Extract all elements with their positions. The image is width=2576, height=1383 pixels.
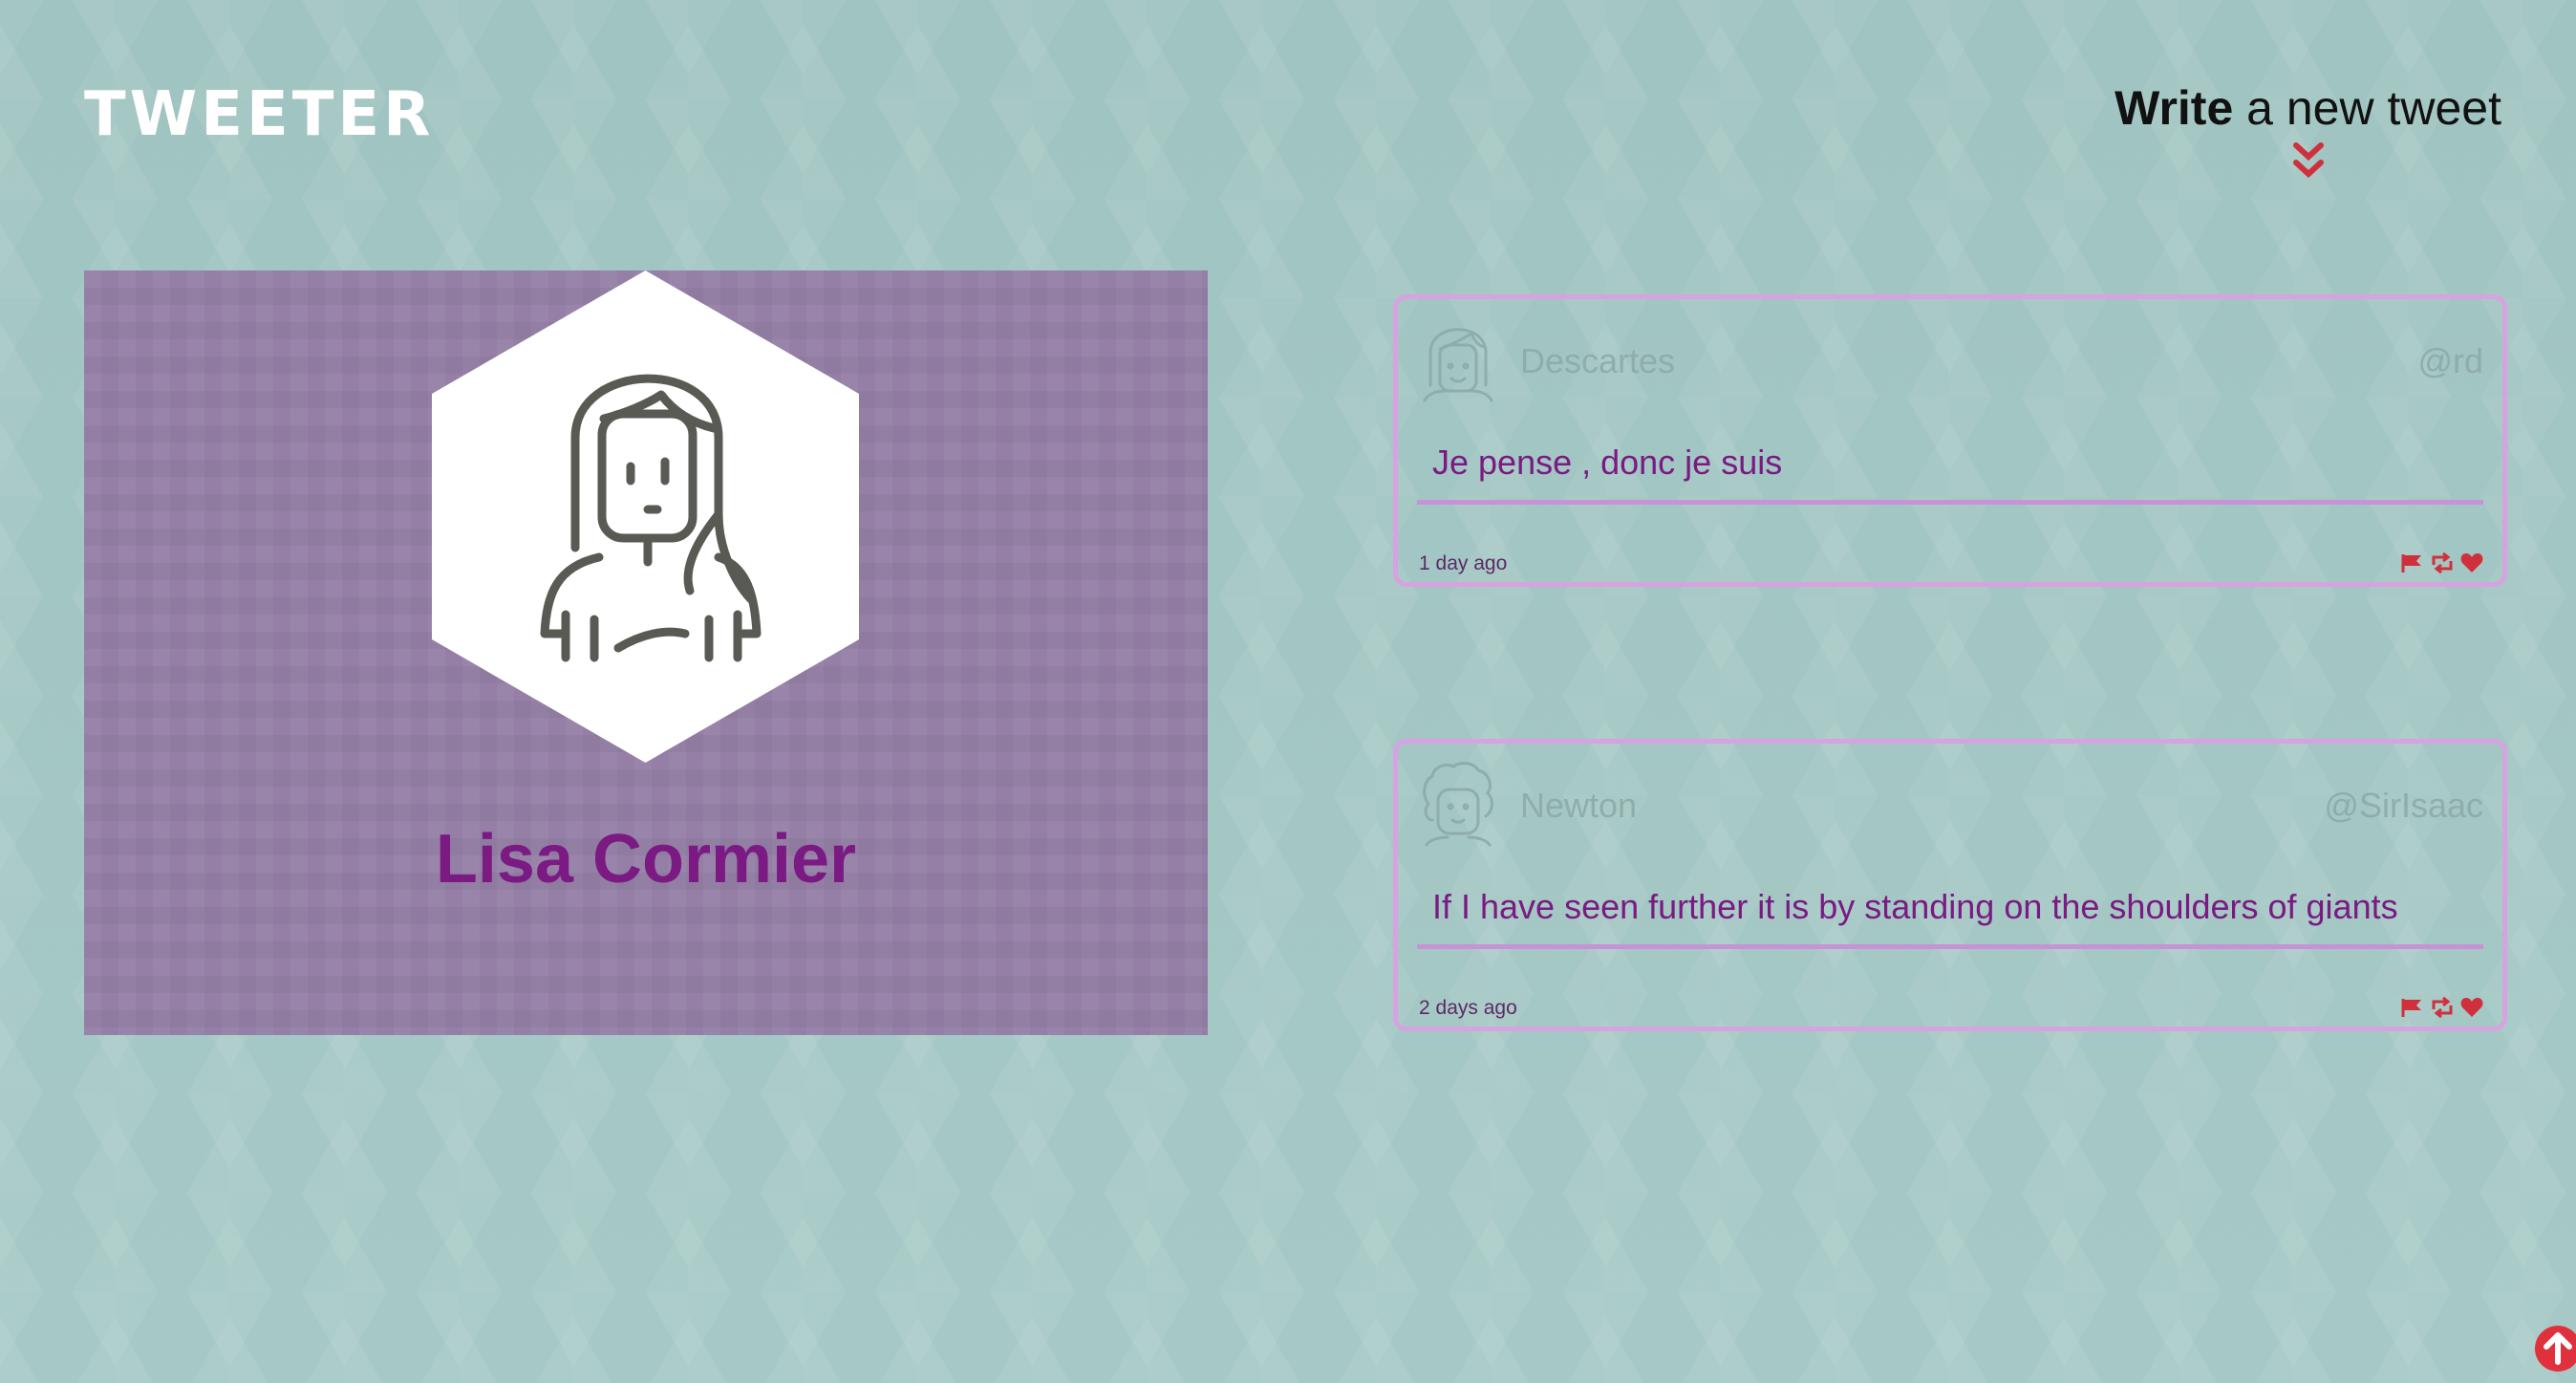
tweet-card: Descartes @rd Je pense , donc je suis 1 …	[1393, 294, 2507, 587]
tweet-handle: @SirIsaac	[2324, 786, 2483, 825]
tweet-actions	[2401, 551, 2483, 578]
arrow-up-circle-icon	[2544, 1332, 2572, 1365]
profile-avatar	[432, 270, 859, 763]
woman-avatar-icon	[1423, 328, 1493, 402]
compose-label-bold: Write	[2114, 81, 2234, 135]
heart-icon[interactable]	[2460, 552, 2483, 578]
tweet-author: Descartes	[1520, 341, 1676, 380]
retweet-icon[interactable]	[2430, 551, 2455, 578]
double-chevron-down-icon	[2292, 142, 2324, 179]
tweet-actions	[2401, 996, 2483, 1023]
profile-name: Lisa Cormier	[435, 821, 857, 897]
retweet-icon[interactable]	[2430, 996, 2455, 1023]
tweet-text: Je pense , donc je suis	[1417, 443, 2483, 505]
app-logo[interactable]: TWEETER	[84, 84, 434, 145]
curly-hair-man-avatar-icon	[1423, 762, 1493, 847]
tweet-card: Newton @SirIsaac If I have seen further …	[1393, 739, 2507, 1031]
flag-icon[interactable]	[2401, 997, 2424, 1023]
tweet-timestamp: 2 days ago	[1419, 997, 1517, 1019]
compose-label-rest: a new tweet	[2233, 81, 2501, 135]
flag-icon[interactable]	[2401, 552, 2424, 578]
tweet-handle: @rd	[2417, 341, 2483, 380]
write-new-tweet-button[interactable]: Write a new tweet	[2114, 84, 2501, 180]
scroll-to-top-button[interactable]	[2535, 1326, 2576, 1372]
profile-card: Lisa Cormier	[84, 270, 1208, 1035]
tweet-timestamp: 1 day ago	[1419, 552, 1508, 574]
heart-icon[interactable]	[2460, 997, 2483, 1023]
tweet-text: If I have seen further it is by standing…	[1417, 887, 2483, 949]
tweet-author: Newton	[1520, 786, 1638, 825]
